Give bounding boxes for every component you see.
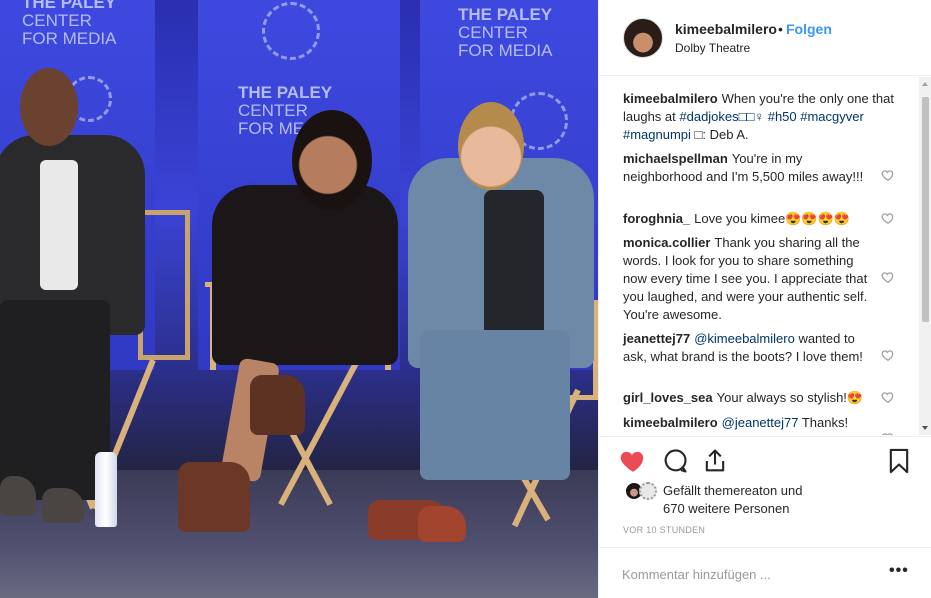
comment-username[interactable]: michaelspellman: [623, 151, 728, 166]
person-left-shoe: [0, 476, 36, 516]
person-right-shirt: [484, 190, 544, 340]
like-heart-icon[interactable]: [619, 447, 647, 475]
person-left-head: [20, 68, 78, 146]
like-comment-heart-icon[interactable]: [881, 390, 895, 404]
person-right-pants: [420, 330, 570, 480]
paley-seal-logo: [262, 2, 320, 60]
comment-text: Thanks!: [798, 415, 849, 430]
post-photo[interactable]: THE PALEY CENTER FOR MEDIA THE PALEY CEN…: [0, 0, 598, 598]
mention-link[interactable]: @kimeebalmilero: [694, 331, 795, 346]
comment-item: girl_loves_sea Your always so stylish!😍: [623, 389, 873, 407]
like-comment-heart-icon[interactable]: [881, 168, 895, 182]
bookmark-icon[interactable]: [885, 447, 913, 475]
comment-item: foroghnia_ Love you kimee😍😍😍😍: [623, 210, 873, 228]
comment-item: michaelspellman You're in my neighborhood…: [623, 150, 873, 186]
caption: kimeebalmilero When you're the only one t…: [623, 90, 903, 144]
comment-input[interactable]: [622, 564, 872, 584]
other-likers-link[interactable]: 670 weitere Personen: [663, 501, 789, 516]
more-options-icon[interactable]: •••: [889, 562, 909, 580]
share-icon[interactable]: [701, 447, 729, 475]
post-timestamp[interactable]: VOR 10 STUNDEN: [623, 525, 705, 535]
avatar[interactable]: [623, 18, 663, 58]
like-comment-heart-icon[interactable]: [881, 211, 895, 225]
comment-item: kimeebalmilero @jeanettej77 Thanks!: [623, 414, 873, 432]
person-right-shoe: [418, 506, 466, 542]
director-chair: [138, 210, 190, 360]
person-left-shoe: [42, 488, 84, 523]
like-comment-heart-icon[interactable]: [881, 348, 895, 362]
post-location[interactable]: Dolby Theatre: [675, 41, 750, 55]
liker-avatar[interactable]: [639, 482, 657, 500]
comment-username[interactable]: girl_loves_sea: [623, 390, 713, 405]
comment-username[interactable]: foroghnia_: [623, 211, 690, 226]
person-left-pants: [0, 300, 110, 500]
add-comment-section: •••: [599, 547, 931, 598]
comment-item: jeanettej77 @kimeebalmilero wanted to ask…: [623, 330, 868, 366]
comment-item: monica.collier Thank you sharing all the …: [623, 234, 868, 324]
post-details-panel: kimeebalmilero • Folgen Dolby Theatre ki…: [598, 0, 931, 598]
person-middle-dress: [212, 185, 398, 365]
liker-username[interactable]: themereaton: [704, 483, 777, 498]
likes-text: Gefällt themereaton und 670 weitere Pers…: [663, 483, 803, 516]
post-author-username[interactable]: kimeebalmilero: [675, 21, 777, 37]
comment-list[interactable]: kimeebalmilero When you're the only one t…: [599, 77, 931, 435]
person-middle-boot: [178, 462, 250, 532]
person-right-head: [458, 102, 524, 190]
banner-logo-text: THE PALEY CENTER FOR MEDIA: [458, 5, 553, 60]
action-bar: [599, 436, 931, 484]
comment-bubble-icon[interactable]: [661, 447, 689, 475]
person-left-shirt: [40, 160, 78, 290]
comment-username[interactable]: kimeebalmilero: [623, 415, 718, 430]
banner-logo-text: THE PALEY CENTER FOR MEDIA: [22, 0, 117, 48]
mention-link[interactable]: @jeanettej77: [722, 415, 799, 430]
comment-text: □: Deb A.: [690, 127, 749, 142]
post-header: kimeebalmilero • Folgen Dolby Theatre: [599, 0, 931, 76]
person-middle-boot: [250, 375, 305, 435]
person-middle-head: [292, 110, 372, 210]
separator-dot: •: [778, 21, 783, 37]
comment-username[interactable]: kimeebalmilero: [623, 91, 718, 106]
follow-button[interactable]: Folgen: [786, 21, 832, 37]
water-bottle: [95, 452, 117, 527]
scrollbar-thumb[interactable]: [922, 97, 929, 322]
comment-text: Your always so stylish!😍: [716, 390, 864, 405]
scroll-down-arrow-icon[interactable]: [922, 426, 928, 430]
like-comment-heart-icon[interactable]: [881, 431, 895, 435]
comment-username[interactable]: monica.collier: [623, 235, 710, 250]
scroll-up-arrow-icon[interactable]: [922, 82, 928, 86]
comments-scrollbar[interactable]: [919, 77, 931, 435]
comment-text: Love you kimee😍😍😍😍: [694, 211, 850, 226]
comment-username[interactable]: jeanettej77: [623, 331, 690, 346]
like-comment-heart-icon[interactable]: [881, 270, 895, 284]
